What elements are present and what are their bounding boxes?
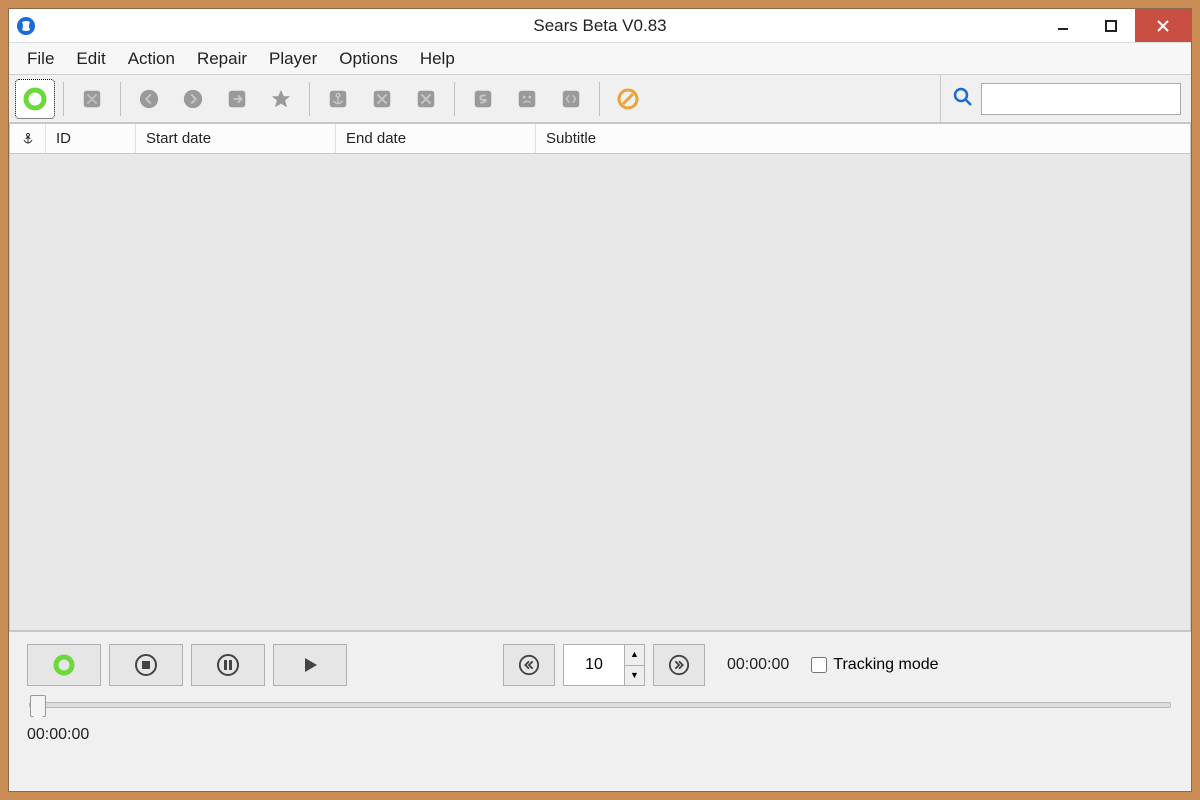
s-button[interactable] (463, 79, 503, 119)
player-stop-button[interactable] (109, 644, 183, 686)
toolbar-search (940, 75, 1187, 122)
player-forward-button[interactable] (653, 644, 705, 686)
tracking-label: Tracking mode (833, 656, 938, 674)
toolbar-separator (63, 82, 64, 116)
step-up-button[interactable]: ▲ (625, 645, 644, 666)
delete2-button[interactable] (406, 79, 446, 119)
table-body (10, 154, 1190, 630)
toolbar-separator (599, 82, 600, 116)
player-pause-button[interactable] (191, 644, 265, 686)
anchor-button[interactable] (318, 79, 358, 119)
tracking-checkbox[interactable] (811, 657, 827, 673)
export-button[interactable] (217, 79, 257, 119)
window-controls (1039, 9, 1191, 42)
search-icon (951, 85, 975, 112)
player-play-button[interactable] (273, 644, 347, 686)
cut-button[interactable] (72, 79, 112, 119)
menu-player[interactable]: Player (259, 45, 327, 73)
player-record-button[interactable] (27, 644, 101, 686)
timeline-slider[interactable] (27, 702, 1173, 708)
table-header: ID Start date End date Subtitle (10, 124, 1190, 154)
menu-help[interactable]: Help (410, 45, 465, 73)
menu-edit[interactable]: Edit (66, 45, 115, 73)
close-button[interactable] (1135, 9, 1191, 42)
toolbar-separator (309, 82, 310, 116)
blocked-button[interactable] (608, 79, 648, 119)
step-down-button[interactable]: ▼ (625, 666, 644, 686)
window-title: Sears Beta V0.83 (9, 16, 1191, 36)
column-start-date[interactable]: Start date (136, 124, 336, 153)
step-stepper[interactable]: ▲ ▼ (563, 644, 645, 686)
prev-button[interactable] (129, 79, 169, 119)
elapsed-time: 00:00:00 (27, 726, 1173, 744)
search-input[interactable] (981, 83, 1181, 115)
toolbar-separator (120, 82, 121, 116)
app-window: Sears Beta V0.83 File Edit Action Repair… (8, 8, 1192, 792)
current-time: 00:00:00 (727, 656, 789, 674)
step-arrows: ▲ ▼ (624, 645, 644, 685)
menu-options[interactable]: Options (329, 45, 408, 73)
minimize-button[interactable] (1039, 9, 1087, 42)
app-icon (9, 9, 43, 43)
column-anchor[interactable] (10, 124, 46, 153)
record-button[interactable] (15, 79, 55, 119)
face-button[interactable] (507, 79, 547, 119)
subtitle-table: ID Start date End date Subtitle (9, 123, 1191, 631)
code-button[interactable] (551, 79, 591, 119)
menubar: File Edit Action Repair Player Options H… (9, 43, 1191, 75)
player-rewind-button[interactable] (503, 644, 555, 686)
toolbar-separator (454, 82, 455, 116)
player-controls: ▲ ▼ 00:00:00 Tracking mode (27, 644, 1173, 686)
step-input[interactable] (564, 645, 624, 685)
menu-action[interactable]: Action (118, 45, 185, 73)
tracking-mode-toggle[interactable]: Tracking mode (811, 656, 938, 674)
column-end-date[interactable]: End date (336, 124, 536, 153)
menu-file[interactable]: File (17, 45, 64, 73)
titlebar: Sears Beta V0.83 (9, 9, 1191, 43)
column-id[interactable]: ID (46, 124, 136, 153)
delete-button[interactable] (362, 79, 402, 119)
star-button[interactable] (261, 79, 301, 119)
maximize-button[interactable] (1087, 9, 1135, 42)
toolbar (9, 75, 1191, 123)
menu-repair[interactable]: Repair (187, 45, 257, 73)
column-subtitle[interactable]: Subtitle (536, 124, 1190, 153)
slider-thumb[interactable] (30, 695, 46, 717)
next-button[interactable] (173, 79, 213, 119)
player-panel: ▲ ▼ 00:00:00 Tracking mode 00:00:00 (9, 631, 1191, 791)
